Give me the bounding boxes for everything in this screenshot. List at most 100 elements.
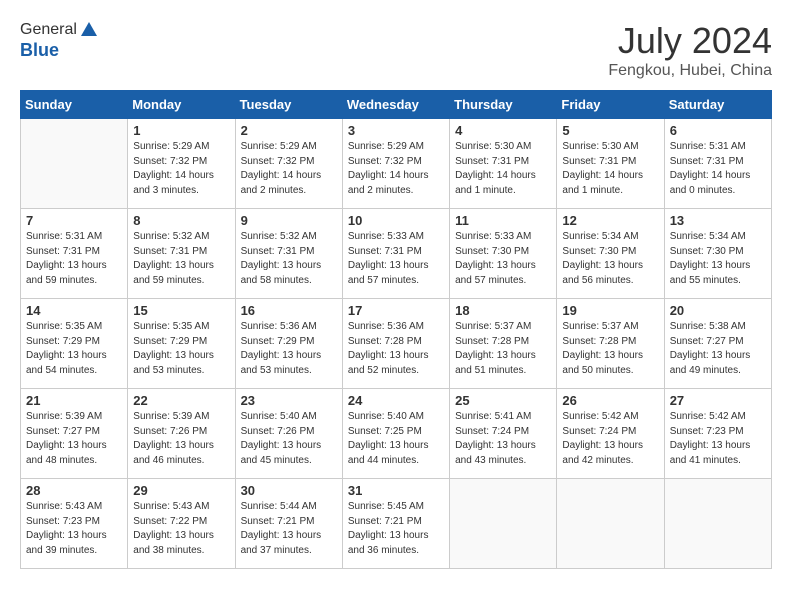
day-info: Sunrise: 5:43 AM Sunset: 7:23 PM Dayligh…	[26, 500, 122, 558]
day-number: 14	[26, 303, 122, 318]
day-cell: 9 Sunrise: 5:32 AM Sunset: 7:31 PM Daylig…	[235, 209, 342, 299]
day-number: 15	[133, 303, 229, 318]
day-info: Sunrise: 5:32 AM Sunset: 7:31 PM Dayligh…	[241, 230, 337, 288]
col-header-monday: Monday	[128, 91, 235, 119]
day-cell	[557, 479, 664, 569]
day-number: 5	[562, 123, 658, 138]
day-info: Sunrise: 5:40 AM Sunset: 7:25 PM Dayligh…	[348, 410, 444, 468]
day-number: 3	[348, 123, 444, 138]
day-cell: 14 Sunrise: 5:35 AM Sunset: 7:29 PM Dayli…	[21, 299, 128, 389]
day-info: Sunrise: 5:32 AM Sunset: 7:31 PM Dayligh…	[133, 230, 229, 288]
day-number: 11	[455, 213, 551, 228]
day-cell: 22 Sunrise: 5:39 AM Sunset: 7:26 PM Dayli…	[128, 389, 235, 479]
day-cell: 16 Sunrise: 5:36 AM Sunset: 7:29 PM Dayli…	[235, 299, 342, 389]
day-number: 13	[670, 213, 766, 228]
day-info: Sunrise: 5:36 AM Sunset: 7:28 PM Dayligh…	[348, 320, 444, 378]
day-number: 22	[133, 393, 229, 408]
day-info: Sunrise: 5:35 AM Sunset: 7:29 PM Dayligh…	[26, 320, 122, 378]
day-cell: 23 Sunrise: 5:40 AM Sunset: 7:26 PM Dayli…	[235, 389, 342, 479]
page-header: General Blue July 2024 Fengkou, Hubei, C…	[20, 20, 772, 80]
title-block: July 2024 Fengkou, Hubei, China	[608, 20, 772, 80]
col-header-friday: Friday	[557, 91, 664, 119]
month-title: July 2024	[608, 20, 772, 62]
day-info: Sunrise: 5:40 AM Sunset: 7:26 PM Dayligh…	[241, 410, 337, 468]
day-info: Sunrise: 5:39 AM Sunset: 7:26 PM Dayligh…	[133, 410, 229, 468]
week-row-4: 21 Sunrise: 5:39 AM Sunset: 7:27 PM Dayli…	[21, 389, 772, 479]
logo-blue: Blue	[20, 40, 99, 61]
day-cell: 6Sunrise: 5:31 AM Sunset: 7:31 PM Daylig…	[664, 119, 771, 209]
week-row-1: 1 Sunrise: 5:29 AM Sunset: 7:32 PM Daylig…	[21, 119, 772, 209]
day-info: Sunrise: 5:34 AM Sunset: 7:30 PM Dayligh…	[670, 230, 766, 288]
day-cell: 1 Sunrise: 5:29 AM Sunset: 7:32 PM Daylig…	[128, 119, 235, 209]
day-info: Sunrise: 5:30 AM Sunset: 7:31 PM Dayligh…	[455, 140, 551, 198]
col-header-sunday: Sunday	[21, 91, 128, 119]
day-info: Sunrise: 5:34 AM Sunset: 7:30 PM Dayligh…	[562, 230, 658, 288]
logo-icon	[79, 20, 99, 40]
day-number: 16	[241, 303, 337, 318]
day-info: Sunrise: 5:29 AM Sunset: 7:32 PM Dayligh…	[348, 140, 444, 198]
week-row-5: 28 Sunrise: 5:43 AM Sunset: 7:23 PM Dayli…	[21, 479, 772, 569]
day-info: Sunrise: 5:39 AM Sunset: 7:27 PM Dayligh…	[26, 410, 122, 468]
day-cell: 18Sunrise: 5:37 AM Sunset: 7:28 PM Dayli…	[450, 299, 557, 389]
day-info: Sunrise: 5:35 AM Sunset: 7:29 PM Dayligh…	[133, 320, 229, 378]
col-header-wednesday: Wednesday	[342, 91, 449, 119]
day-number: 12	[562, 213, 658, 228]
day-number: 17	[348, 303, 444, 318]
day-cell: 12 Sunrise: 5:34 AM Sunset: 7:30 PM Dayli…	[557, 209, 664, 299]
day-cell: 26 Sunrise: 5:42 AM Sunset: 7:24 PM Dayli…	[557, 389, 664, 479]
day-cell: 8 Sunrise: 5:32 AM Sunset: 7:31 PM Daylig…	[128, 209, 235, 299]
day-cell: 17 Sunrise: 5:36 AM Sunset: 7:28 PM Dayli…	[342, 299, 449, 389]
day-info: Sunrise: 5:30 AM Sunset: 7:31 PM Dayligh…	[562, 140, 658, 198]
day-cell: 20Sunrise: 5:38 AM Sunset: 7:27 PM Dayli…	[664, 299, 771, 389]
day-number: 20	[670, 303, 766, 318]
col-header-thursday: Thursday	[450, 91, 557, 119]
day-info: Sunrise: 5:44 AM Sunset: 7:21 PM Dayligh…	[241, 500, 337, 558]
day-info: Sunrise: 5:37 AM Sunset: 7:28 PM Dayligh…	[562, 320, 658, 378]
day-cell: 28 Sunrise: 5:43 AM Sunset: 7:23 PM Dayli…	[21, 479, 128, 569]
day-cell: 4Sunrise: 5:30 AM Sunset: 7:31 PM Daylig…	[450, 119, 557, 209]
week-row-2: 7 Sunrise: 5:31 AM Sunset: 7:31 PM Daylig…	[21, 209, 772, 299]
day-cell: 5 Sunrise: 5:30 AM Sunset: 7:31 PM Daylig…	[557, 119, 664, 209]
day-number: 31	[348, 483, 444, 498]
day-number: 19	[562, 303, 658, 318]
day-info: Sunrise: 5:29 AM Sunset: 7:32 PM Dayligh…	[133, 140, 229, 198]
day-number: 28	[26, 483, 122, 498]
header-row: SundayMondayTuesdayWednesdayThursdayFrid…	[21, 91, 772, 119]
day-number: 25	[455, 393, 551, 408]
day-number: 18	[455, 303, 551, 318]
day-info: Sunrise: 5:43 AM Sunset: 7:22 PM Dayligh…	[133, 500, 229, 558]
day-info: Sunrise: 5:42 AM Sunset: 7:23 PM Dayligh…	[670, 410, 766, 468]
day-number: 26	[562, 393, 658, 408]
day-info: Sunrise: 5:33 AM Sunset: 7:30 PM Dayligh…	[455, 230, 551, 288]
day-cell: 25 Sunrise: 5:41 AM Sunset: 7:24 PM Dayli…	[450, 389, 557, 479]
day-cell: 3 Sunrise: 5:29 AM Sunset: 7:32 PM Daylig…	[342, 119, 449, 209]
day-cell: 2Sunrise: 5:29 AM Sunset: 7:32 PM Daylig…	[235, 119, 342, 209]
day-cell: 31 Sunrise: 5:45 AM Sunset: 7:21 PM Dayli…	[342, 479, 449, 569]
day-info: Sunrise: 5:33 AM Sunset: 7:31 PM Dayligh…	[348, 230, 444, 288]
day-number: 1	[133, 123, 229, 138]
day-number: 8	[133, 213, 229, 228]
day-number: 30	[241, 483, 337, 498]
day-number: 7	[26, 213, 122, 228]
day-number: 24	[348, 393, 444, 408]
day-number: 6	[670, 123, 766, 138]
day-number: 23	[241, 393, 337, 408]
day-cell: 27Sunrise: 5:42 AM Sunset: 7:23 PM Dayli…	[664, 389, 771, 479]
location: Fengkou, Hubei, China	[608, 62, 772, 80]
day-info: Sunrise: 5:31 AM Sunset: 7:31 PM Dayligh…	[26, 230, 122, 288]
day-info: Sunrise: 5:42 AM Sunset: 7:24 PM Dayligh…	[562, 410, 658, 468]
day-cell: 30 Sunrise: 5:44 AM Sunset: 7:21 PM Dayli…	[235, 479, 342, 569]
logo: General Blue	[20, 20, 99, 61]
calendar-table: SundayMondayTuesdayWednesdayThursdayFrid…	[20, 90, 772, 569]
day-cell: 11 Sunrise: 5:33 AM Sunset: 7:30 PM Dayli…	[450, 209, 557, 299]
day-cell: 29 Sunrise: 5:43 AM Sunset: 7:22 PM Dayli…	[128, 479, 235, 569]
day-info: Sunrise: 5:36 AM Sunset: 7:29 PM Dayligh…	[241, 320, 337, 378]
day-cell: 24 Sunrise: 5:40 AM Sunset: 7:25 PM Dayli…	[342, 389, 449, 479]
day-number: 21	[26, 393, 122, 408]
day-info: Sunrise: 5:41 AM Sunset: 7:24 PM Dayligh…	[455, 410, 551, 468]
day-cell: 7 Sunrise: 5:31 AM Sunset: 7:31 PM Daylig…	[21, 209, 128, 299]
day-number: 9	[241, 213, 337, 228]
col-header-tuesday: Tuesday	[235, 91, 342, 119]
day-info: Sunrise: 5:45 AM Sunset: 7:21 PM Dayligh…	[348, 500, 444, 558]
day-number: 29	[133, 483, 229, 498]
